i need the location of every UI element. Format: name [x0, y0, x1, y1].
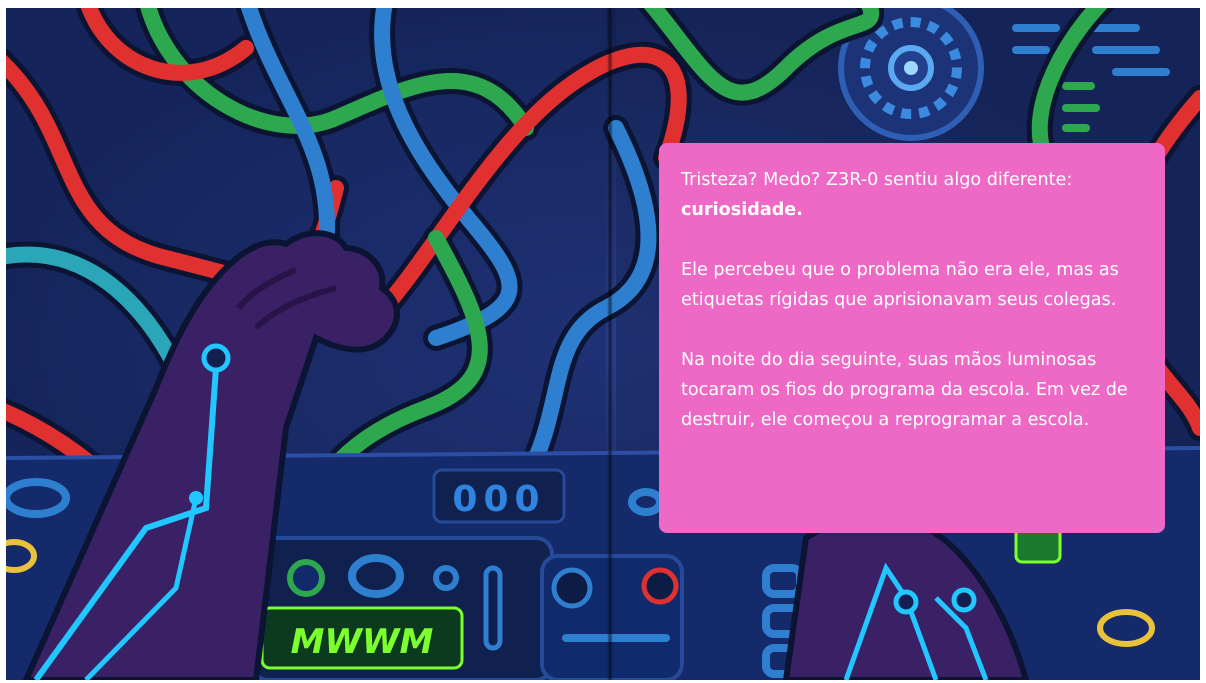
story-text-card: Tristeza? Medo? Z3R-0 sentiu algo difere…	[659, 143, 1165, 533]
story-paragraph-3: Na noite do dia seguinte, suas mãos lumi…	[681, 350, 1128, 430]
story-paragraph-1-text: Tristeza? Medo? Z3R-0 sentiu algo difere…	[681, 170, 1073, 190]
story-paragraph-1: Tristeza? Medo? Z3R-0 sentiu algo difere…	[681, 165, 1143, 225]
book-spine	[607, 8, 613, 680]
story-paragraph-2: Ele percebeu que o problema não era ele,…	[681, 260, 1119, 310]
story-emphasis: curiosidade.	[681, 200, 803, 220]
panel-digits: 000	[432, 468, 566, 524]
oscilloscope-screen: MWWM	[250, 536, 554, 680]
storybook-spread: 000 MWWM Tristeza? Medo? Z3R-0 sentiu al…	[6, 8, 1200, 680]
panel-digits-label: 000	[452, 479, 545, 520]
wave-label: MWWM	[291, 622, 434, 662]
